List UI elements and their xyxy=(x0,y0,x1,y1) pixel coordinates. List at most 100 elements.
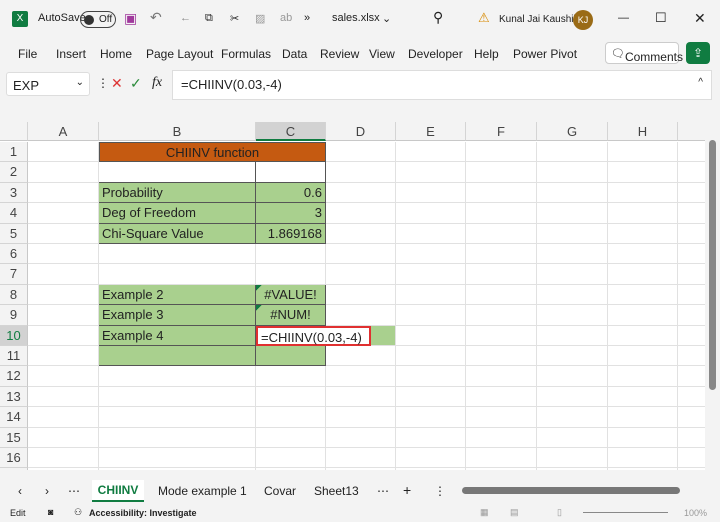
cell-h9[interactable] xyxy=(608,305,678,326)
row-header-10[interactable]: 10 xyxy=(0,325,28,346)
row-header-16[interactable]: 16 xyxy=(0,448,28,469)
cell-i7[interactable] xyxy=(678,264,705,285)
cell-f14[interactable] xyxy=(466,407,537,428)
menu-review[interactable]: Review xyxy=(320,47,359,61)
cell-d3[interactable] xyxy=(326,182,396,204)
menu-data[interactable]: Data xyxy=(282,47,307,61)
cell-h3[interactable] xyxy=(608,182,678,204)
column-header-d[interactable]: D xyxy=(326,122,396,141)
cell-c14[interactable] xyxy=(256,407,326,428)
cell-d12[interactable] xyxy=(326,366,396,387)
cell-d14[interactable] xyxy=(326,407,396,428)
cell-g12[interactable] xyxy=(537,366,608,387)
column-header-g[interactable]: G xyxy=(537,122,608,141)
cancel-icon[interactable]: ✕ xyxy=(111,75,123,92)
column-header-e[interactable]: E xyxy=(396,122,466,141)
close-icon[interactable]: ✕ xyxy=(694,10,706,27)
cell-f2[interactable] xyxy=(466,162,537,183)
cell-f8[interactable] xyxy=(466,284,537,306)
cell-i12[interactable] xyxy=(678,366,705,387)
options-icon[interactable]: ⋮ xyxy=(434,484,446,498)
row-header-9[interactable]: 9 xyxy=(0,305,28,326)
cell-b8[interactable]: Example 2 xyxy=(99,284,256,306)
cell-f4[interactable] xyxy=(466,203,537,224)
cell-c15[interactable] xyxy=(256,427,326,448)
avatar[interactable]: KJ xyxy=(573,10,593,30)
cell-g17[interactable] xyxy=(537,468,608,470)
cell-h13[interactable] xyxy=(608,386,678,408)
spelling-icon[interactable]: ab xyxy=(280,12,292,24)
cell-f16[interactable] xyxy=(466,448,537,469)
cell-f11[interactable] xyxy=(466,346,537,367)
cell-c16[interactable] xyxy=(256,448,326,469)
cell-e7[interactable] xyxy=(396,264,466,285)
chevron-down-icon[interactable]: ⌄ xyxy=(382,12,391,25)
zoom-level[interactable]: 100% xyxy=(684,508,707,518)
enter-icon[interactable]: ✓ xyxy=(130,75,142,92)
cell-c3[interactable]: 0.6 xyxy=(256,182,326,204)
redo-icon[interactable]: ← xyxy=(180,12,191,24)
cell-f3[interactable] xyxy=(466,182,537,204)
cell-h11[interactable] xyxy=(608,346,678,367)
menu-formulas[interactable]: Formulas xyxy=(221,47,271,61)
copy-icon[interactable]: ⧉ xyxy=(205,12,213,25)
cell-e3[interactable] xyxy=(396,182,466,204)
cell-f15[interactable] xyxy=(466,427,537,448)
row-header-3[interactable]: 3 xyxy=(0,182,28,204)
row-header-14[interactable]: 14 xyxy=(0,407,28,428)
cell-g9[interactable] xyxy=(537,305,608,326)
cell-h12[interactable] xyxy=(608,366,678,387)
cell-f17[interactable] xyxy=(466,468,537,470)
cell-a9[interactable] xyxy=(28,305,99,326)
cell-e8[interactable] xyxy=(396,284,466,306)
cell-e10[interactable] xyxy=(396,325,466,346)
cell-a8[interactable] xyxy=(28,284,99,306)
cell-c11[interactable] xyxy=(256,346,326,367)
cell-d6[interactable] xyxy=(326,244,396,265)
menu-help[interactable]: Help xyxy=(474,47,499,61)
cell-h14[interactable] xyxy=(608,407,678,428)
cell-e9[interactable] xyxy=(396,305,466,326)
cell-g10[interactable] xyxy=(537,325,608,346)
cell-i2[interactable] xyxy=(678,162,705,183)
page-break-icon[interactable]: ▯ xyxy=(557,507,562,518)
row-header-12[interactable]: 12 xyxy=(0,366,28,387)
cell-h8[interactable] xyxy=(608,284,678,306)
row-header-4[interactable]: 4 xyxy=(0,203,28,224)
cell-a1[interactable] xyxy=(28,142,99,163)
cell-g2[interactable] xyxy=(537,162,608,183)
cell-b6[interactable] xyxy=(99,244,256,265)
cell-a4[interactable] xyxy=(28,203,99,224)
cell-d1[interactable] xyxy=(326,142,396,163)
prev-sheet-icon[interactable]: ‹ xyxy=(18,484,22,498)
cell-e13[interactable] xyxy=(396,386,466,408)
menu-view[interactable]: View xyxy=(369,47,395,61)
cell-c10[interactable]: =CHIINV(0.03,-4) xyxy=(256,325,371,346)
more-tabs-icon[interactable]: ⋯ xyxy=(377,484,389,498)
cell-a3[interactable] xyxy=(28,182,99,204)
cell-g1[interactable] xyxy=(537,142,608,163)
menu-file[interactable]: File xyxy=(18,47,37,61)
cell-g4[interactable] xyxy=(537,203,608,224)
cell-c13[interactable] xyxy=(256,386,326,408)
cell-g3[interactable] xyxy=(537,182,608,204)
cell-g8[interactable] xyxy=(537,284,608,306)
row-header-8[interactable]: 8 xyxy=(0,284,28,306)
cell-d11[interactable] xyxy=(326,346,396,367)
cell-g13[interactable] xyxy=(537,386,608,408)
cell-h10[interactable] xyxy=(608,325,678,346)
cell-b2[interactable] xyxy=(99,162,256,183)
more-sheets-icon[interactable]: ⋯ xyxy=(68,484,80,498)
cell-e4[interactable] xyxy=(396,203,466,224)
cell-b10[interactable]: Example 4 xyxy=(99,325,256,346)
cell-b15[interactable] xyxy=(99,427,256,448)
undo-icon[interactable]: ↶ xyxy=(150,9,162,26)
cell-e14[interactable] xyxy=(396,407,466,428)
cell-e5[interactable] xyxy=(396,223,466,244)
cell-i5[interactable] xyxy=(678,224,705,244)
column-header-a[interactable]: A xyxy=(28,122,99,141)
tab-mode-example-1[interactable]: Mode example 1 xyxy=(158,484,247,498)
cell-g15[interactable] xyxy=(537,427,608,448)
cell-d9[interactable] xyxy=(326,305,396,326)
cut-icon[interactable]: ✂ xyxy=(230,12,239,25)
